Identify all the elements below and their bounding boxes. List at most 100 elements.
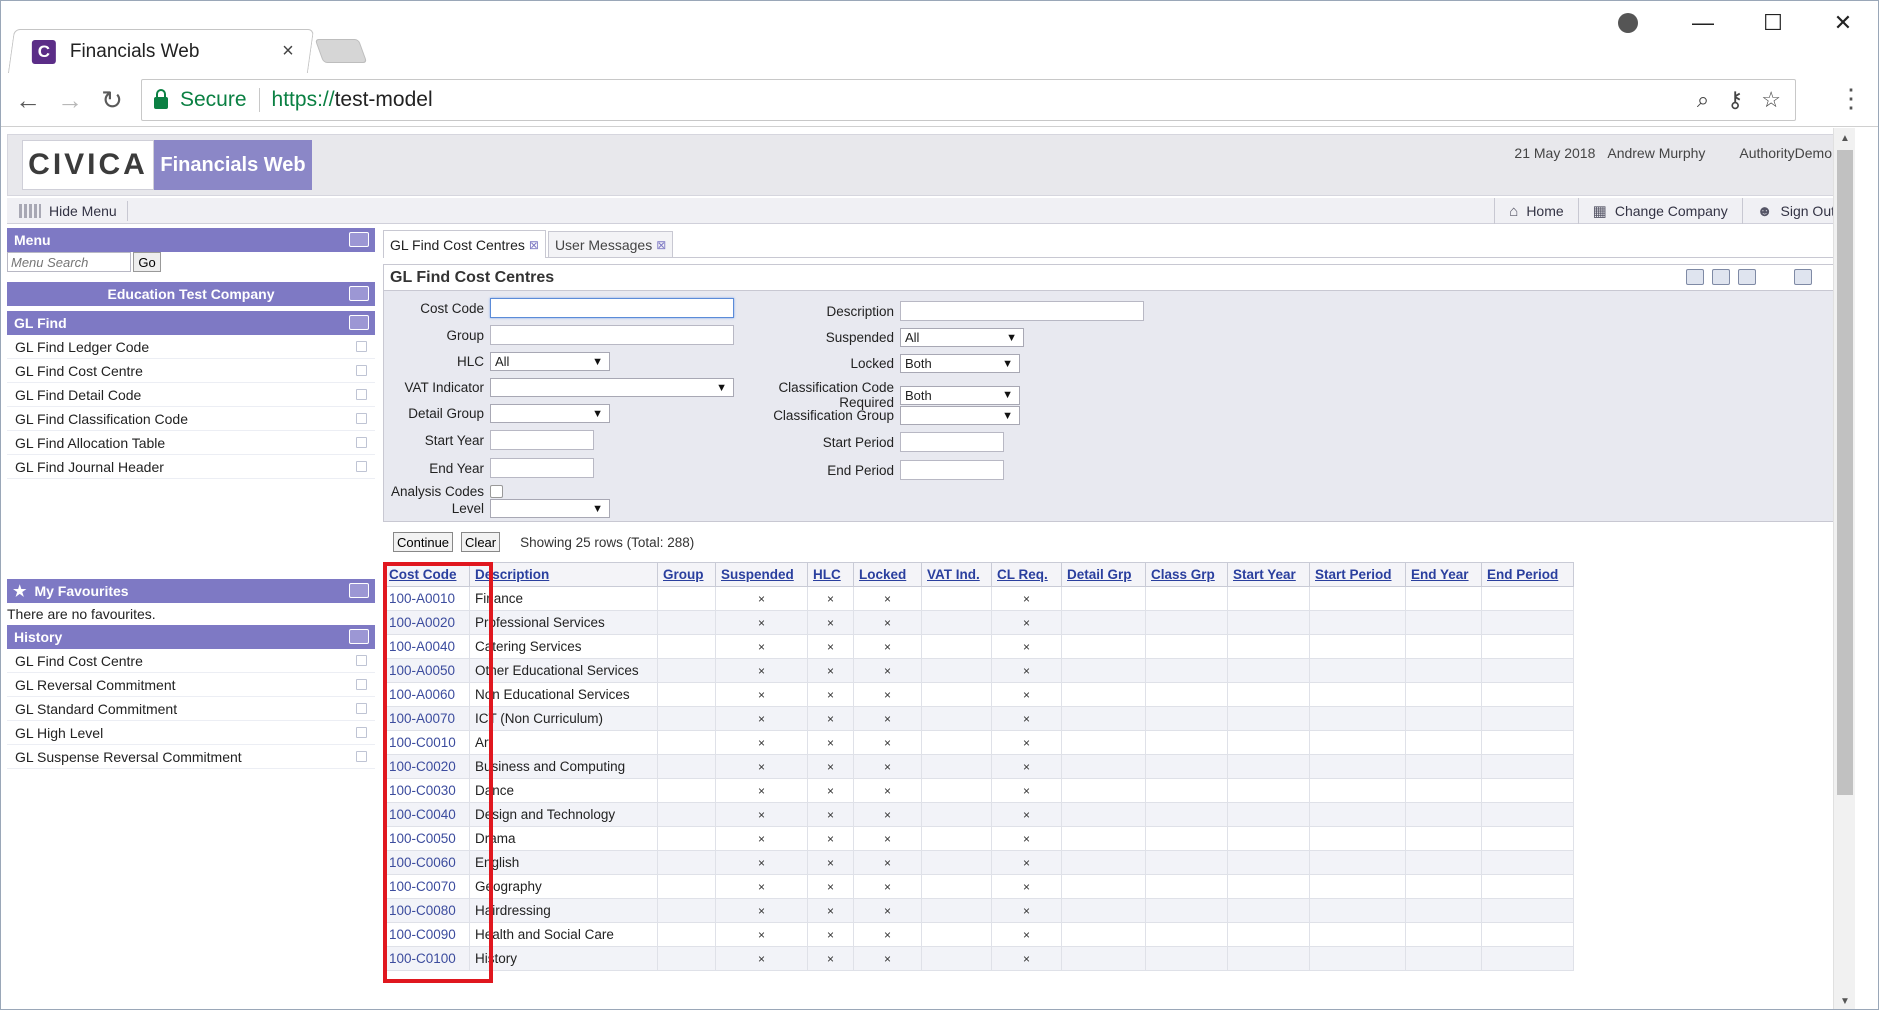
clear-button[interactable]: Clear: [461, 532, 501, 552]
close-window-icon[interactable]: ✕: [1808, 1, 1878, 45]
menu-search-go-button[interactable]: Go: [133, 252, 161, 272]
end-year-input[interactable]: [490, 458, 594, 478]
tab-user-messages[interactable]: User Messages ⊠: [547, 231, 674, 257]
cost-code-link[interactable]: 100-C0100: [383, 946, 470, 971]
column-header[interactable]: Locked: [853, 562, 922, 587]
key-icon[interactable]: ⚷: [1727, 87, 1743, 113]
column-header[interactable]: End Year: [1405, 562, 1482, 587]
analysis-codes-checkbox[interactable]: [490, 485, 503, 498]
end-period-input[interactable]: [900, 460, 1004, 480]
minimize-icon[interactable]: —: [1668, 1, 1738, 45]
cost-code-link[interactable]: 100-C0020: [383, 754, 470, 779]
cost-code-link[interactable]: 100-C0040: [383, 802, 470, 827]
open-external-icon[interactable]: [356, 703, 367, 714]
scroll-up-icon[interactable]: ▲: [1834, 128, 1856, 148]
cost-code-link[interactable]: 100-C0090: [383, 922, 470, 947]
open-external-icon[interactable]: [356, 461, 367, 472]
start-year-input[interactable]: [490, 430, 594, 450]
cost-code-link[interactable]: 100-C0050: [383, 826, 470, 851]
excel-export-icon[interactable]: [1712, 269, 1730, 285]
scroll-down-icon[interactable]: ▼: [1834, 991, 1856, 1009]
url-text[interactable]: https://test-model: [272, 88, 1697, 112]
open-external-icon[interactable]: [356, 751, 367, 762]
column-header[interactable]: Class Grp: [1145, 562, 1228, 587]
sidebar-menu-item[interactable]: GL Find Detail Code: [7, 383, 375, 407]
panel-pin-icon[interactable]: [349, 315, 369, 330]
window-icon[interactable]: [1794, 269, 1812, 285]
zoom-icon[interactable]: ⌕: [1697, 87, 1709, 113]
column-header[interactable]: Description: [469, 562, 658, 587]
sidebar-menu-item[interactable]: GL Standard Commitment: [7, 697, 375, 721]
open-external-icon[interactable]: [356, 679, 367, 690]
cost-code-link[interactable]: 100-A0070: [383, 706, 470, 731]
cost-code-link[interactable]: 100-A0020: [383, 610, 470, 635]
hlc-select[interactable]: All: [490, 352, 610, 371]
sidebar-menu-item[interactable]: GL Find Classification Code: [7, 407, 375, 431]
sidebar-menu-item[interactable]: GL Suspense Reversal Commitment: [7, 745, 375, 769]
cost-code-link[interactable]: 100-A0050: [383, 658, 470, 683]
cost-code-link[interactable]: 100-C0070: [383, 874, 470, 899]
browser-tab[interactable]: C Financials Web ×: [7, 29, 315, 73]
open-external-icon[interactable]: [356, 727, 367, 738]
cost-code-input[interactable]: [490, 298, 734, 318]
open-external-icon[interactable]: [356, 389, 367, 400]
hide-menu-button[interactable]: Hide Menu: [19, 201, 128, 221]
forward-icon[interactable]: →: [53, 83, 87, 117]
column-header[interactable]: Start Year: [1227, 562, 1310, 587]
column-header[interactable]: Suspended: [715, 562, 808, 587]
scroll-thumb[interactable]: [1837, 150, 1853, 795]
column-header[interactable]: CL Req.: [991, 562, 1062, 587]
cost-code-link[interactable]: 100-A0010: [383, 586, 470, 611]
profile-icon[interactable]: [1618, 13, 1638, 33]
bookmark-star-icon[interactable]: ☆: [1761, 87, 1781, 113]
class-req-select[interactable]: Both: [900, 385, 1020, 405]
page-scrollbar[interactable]: ▲ ▼: [1833, 128, 1856, 1009]
open-external-icon[interactable]: [356, 341, 367, 352]
open-external-icon[interactable]: [356, 655, 367, 666]
new-tab-button[interactable]: [314, 39, 368, 63]
print-icon[interactable]: [1686, 269, 1704, 285]
address-bar[interactable]: Secure https://test-model ⌕ ⚷ ☆: [141, 79, 1796, 121]
sidebar-menu-item[interactable]: GL Reversal Commitment: [7, 673, 375, 697]
open-external-icon[interactable]: [356, 437, 367, 448]
column-header[interactable]: HLC: [807, 562, 854, 587]
cost-code-link[interactable]: 100-C0080: [383, 898, 470, 923]
cost-code-link[interactable]: 100-C0060: [383, 850, 470, 875]
column-header[interactable]: Start Period: [1309, 562, 1406, 587]
start-period-input[interactable]: [900, 432, 1004, 452]
sidebar-menu-item[interactable]: GL Find Allocation Table: [7, 431, 375, 455]
sidebar-menu-item[interactable]: GL Find Journal Header: [7, 455, 375, 479]
detail-group-select[interactable]: [490, 404, 610, 423]
cost-code-link[interactable]: 100-A0040: [383, 634, 470, 659]
panel-pin-icon[interactable]: [349, 286, 369, 301]
cost-code-link[interactable]: 100-C0010: [383, 730, 470, 755]
menu-search-input[interactable]: [7, 252, 131, 272]
cost-code-link[interactable]: 100-C0030: [383, 778, 470, 803]
open-external-icon[interactable]: [356, 365, 367, 376]
class-group-select[interactable]: [900, 406, 1020, 425]
close-tab-icon[interactable]: ⊠: [656, 238, 666, 252]
maximize-icon[interactable]: ☐: [1738, 1, 1808, 45]
column-header[interactable]: Detail Grp: [1061, 562, 1146, 587]
close-tab-icon[interactable]: ⊠: [529, 238, 539, 252]
panel-pin-icon[interactable]: [349, 583, 369, 598]
column-header[interactable]: Group: [657, 562, 716, 587]
sidebar-menu-item[interactable]: GL Find Cost Centre: [7, 359, 375, 383]
tab-gl-find-cost-centres[interactable]: GL Find Cost Centres ⊠: [383, 230, 546, 258]
sidebar-menu-item[interactable]: GL Find Cost Centre: [7, 649, 375, 673]
column-header[interactable]: End Period: [1481, 562, 1574, 587]
description-input[interactable]: [900, 301, 1144, 321]
filter-icon[interactable]: [1738, 269, 1756, 285]
back-icon[interactable]: ←: [11, 83, 45, 117]
change-company-link[interactable]: ▦ Change Company: [1577, 198, 1742, 224]
continue-button[interactable]: Continue: [393, 532, 454, 552]
reload-icon[interactable]: ↻: [95, 83, 129, 117]
column-header[interactable]: VAT Ind.: [921, 562, 992, 587]
close-tab-icon[interactable]: ×: [276, 40, 300, 63]
suspended-select[interactable]: All: [900, 328, 1024, 347]
vat-indicator-select[interactable]: [490, 378, 734, 397]
browser-menu-icon[interactable]: ⋮: [1838, 83, 1864, 114]
sidebar-menu-item[interactable]: GL Find Ledger Code: [7, 335, 375, 359]
level-select[interactable]: [490, 499, 610, 518]
column-header[interactable]: Cost Code: [383, 562, 470, 587]
